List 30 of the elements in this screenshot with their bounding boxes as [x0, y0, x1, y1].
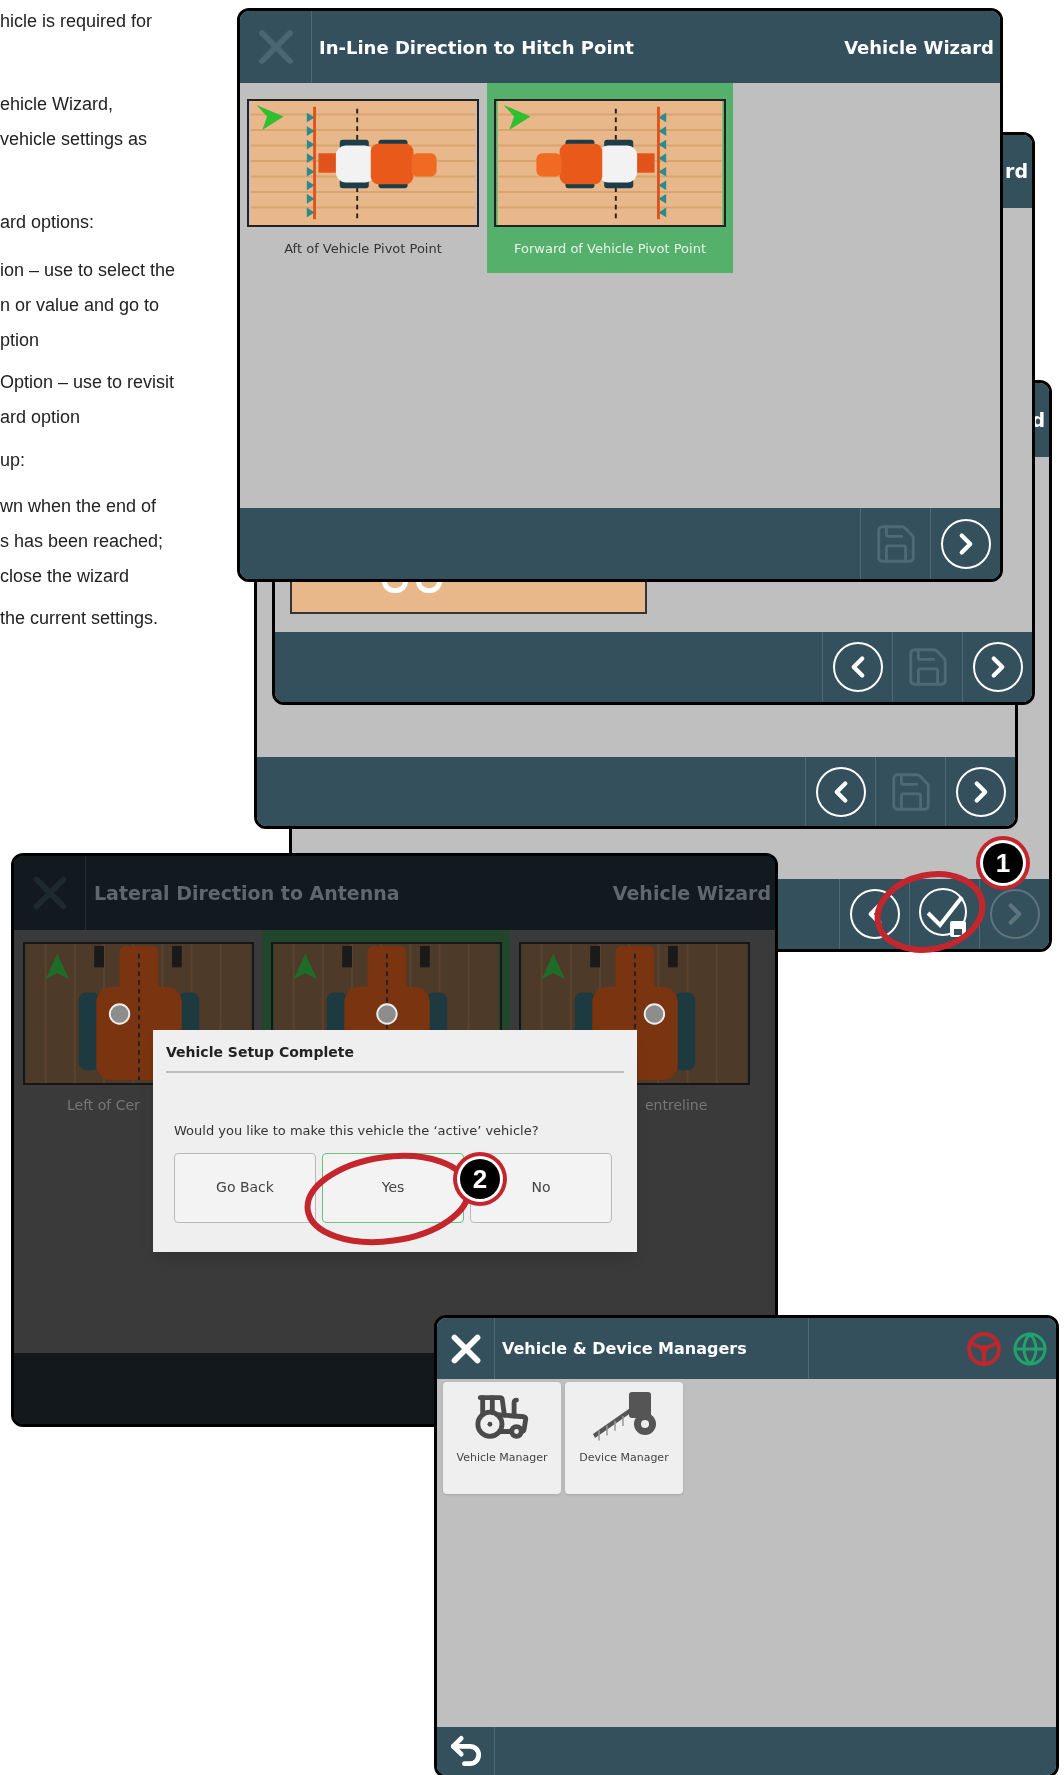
dialog-title: Vehicle Setup Complete — [166, 1043, 355, 1062]
manual-text-line: ion – use to select the — [0, 259, 177, 282]
manual-text-line: n or value and go to — [0, 294, 161, 317]
manual-text-line: s has been reached; — [0, 530, 165, 553]
manual-text-line: close the wizard — [0, 565, 131, 588]
manual-text-line: vehicle settings as — [0, 128, 149, 151]
dialog-message: Would you like to make this vehicle the ‘active’ vehicle? — [174, 1122, 540, 1140]
dialog-button[interactable]: Go Back — [174, 1152, 316, 1223]
option-label: entreline — [645, 1096, 708, 1115]
manual-text-line: up: — [0, 449, 27, 472]
manual-text-line: Option – use to revisit — [0, 371, 176, 394]
manual-text-line: ehicle Wizard, — [0, 93, 115, 116]
window-title: rd — [1005, 159, 1028, 185]
manual-text-line: the current settings. — [0, 607, 160, 630]
manager-tile[interactable]: Device Manager — [565, 1382, 683, 1494]
manual-text-line: hicle is required for — [0, 10, 154, 33]
wizard-name: Vehicle Wizard — [844, 35, 994, 60]
option-card[interactable]: Aft of Vehicle Pivot Point — [240, 83, 486, 273]
window-title: In-Line Direction to Hitch Point — [319, 35, 634, 60]
option-label: Left of Cer — [67, 1096, 140, 1115]
option-label: Aft of Vehicle Pivot Point — [284, 240, 442, 258]
window-title: Vehicle & Device Managers — [502, 1337, 748, 1360]
wizard-name: Vehicle Wizard — [612, 880, 771, 906]
manual-text-line: wn when the end of — [0, 495, 158, 518]
option-label: Forward of Vehicle Pivot Point — [514, 240, 706, 258]
manual-text-line: ard options: — [0, 211, 96, 234]
window-title: Lateral Direction to Antenna — [94, 880, 400, 906]
manual-text-line: ption — [0, 329, 41, 352]
manual-text-line: ard option — [0, 406, 82, 429]
manager-tile[interactable]: Vehicle Manager — [443, 1382, 561, 1494]
